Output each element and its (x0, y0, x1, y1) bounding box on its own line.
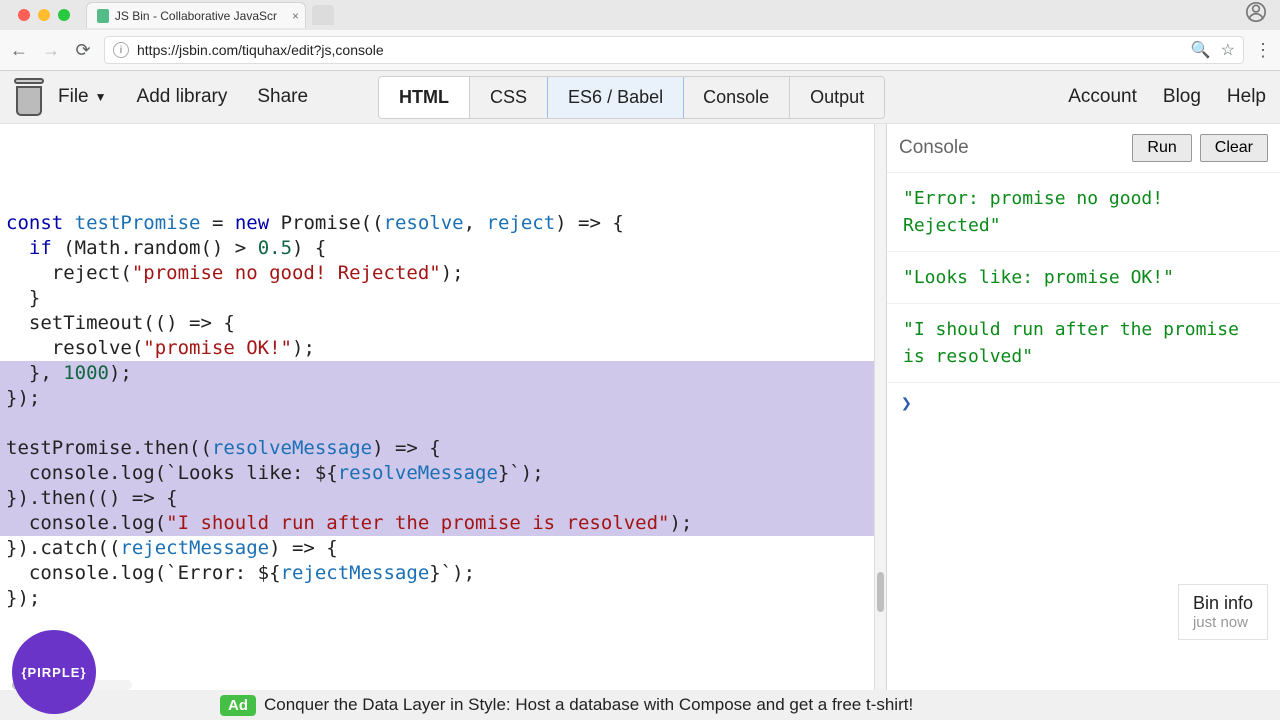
console-row: "Looks like: promise OK!" (887, 252, 1280, 304)
url-text: https://jsbin.com/tiquhax/edit?js,consol… (137, 42, 1183, 58)
site-info-icon[interactable]: i (113, 42, 129, 58)
jsbin-logo-icon[interactable] (14, 78, 44, 116)
ad-badge: Ad (220, 695, 256, 716)
file-menu-label: File (58, 86, 89, 108)
pirple-badge[interactable]: {PIRPLE} (12, 630, 96, 714)
new-tab-button[interactable] (312, 5, 334, 25)
main-area: const testPromise = new Promise((resolve… (0, 124, 1280, 691)
chevron-down-icon: ▼ (95, 90, 107, 104)
bin-info-card[interactable]: Bin info just now (1178, 584, 1268, 640)
clear-button[interactable]: Clear (1200, 134, 1268, 162)
code-editor[interactable]: const testPromise = new Promise((resolve… (0, 124, 874, 690)
console-panel: Console Run Clear "Error: promise no goo… (886, 124, 1280, 690)
kebab-menu-icon[interactable]: ⋮ (1254, 40, 1272, 61)
console-prompt-icon[interactable]: ❯ (887, 383, 1280, 424)
panel-tabs: HTML CSS ES6 / Babel Console Output (378, 76, 885, 119)
profile-icon[interactable] (1246, 2, 1266, 28)
bookmark-icon[interactable]: ☆ (1221, 40, 1235, 60)
window-minimize-icon[interactable] (38, 9, 50, 21)
jsbin-favicon-icon (97, 9, 109, 23)
console-row: "Error: promise no good! Rejected" (887, 173, 1280, 252)
footer-ad[interactable]: Ad Conquer the Data Layer in Style: Host… (0, 690, 1280, 720)
pirple-label: {PIRPLE} (21, 665, 86, 680)
jsbin-menubar: File ▼ Add library Share HTML CSS ES6 / … (0, 71, 1280, 124)
zoom-icon[interactable]: 🔍 (1191, 40, 1211, 60)
browser-tab[interactable]: JS Bin - Collaborative JavaScr × (86, 2, 306, 28)
reload-icon[interactable]: ⟳ (72, 40, 94, 61)
tab-console[interactable]: Console (683, 77, 790, 118)
window-controls[interactable] (8, 9, 80, 21)
bin-info-subtitle: just now (1193, 614, 1253, 631)
tab-title: JS Bin - Collaborative JavaScr (115, 9, 277, 23)
back-icon[interactable]: ← (8, 40, 30, 61)
console-title: Console (899, 137, 1124, 159)
forward-icon: → (40, 40, 62, 61)
run-button[interactable]: Run (1132, 134, 1191, 162)
help-link[interactable]: Help (1227, 86, 1266, 108)
tab-output[interactable]: Output (790, 77, 884, 118)
console-header: Console Run Clear (887, 124, 1280, 173)
vertical-scrollbar[interactable] (874, 124, 886, 690)
console-row: "I should run after the promise is resol… (887, 304, 1280, 383)
blog-link[interactable]: Blog (1163, 86, 1201, 108)
bin-info-title: Bin info (1193, 593, 1253, 614)
ad-text: Conquer the Data Layer in Style: Host a … (264, 695, 913, 715)
address-bar[interactable]: i https://jsbin.com/tiquhax/edit?js,cons… (104, 36, 1244, 64)
tab-css[interactable]: CSS (470, 77, 548, 118)
window-zoom-icon[interactable] (58, 9, 70, 21)
tab-strip: JS Bin - Collaborative JavaScr × (0, 0, 1280, 30)
tab-html[interactable]: HTML (379, 77, 470, 118)
code-content: const testPromise = new Promise((resolve… (6, 211, 868, 611)
browser-chrome: JS Bin - Collaborative JavaScr × ← → ⟳ i… (0, 0, 1280, 71)
window-close-icon[interactable] (18, 9, 30, 21)
nav-toolbar: ← → ⟳ i https://jsbin.com/tiquhax/edit?j… (0, 30, 1280, 70)
file-menu[interactable]: File ▼ (58, 86, 107, 108)
tab-es6[interactable]: ES6 / Babel (547, 76, 684, 119)
add-library-button[interactable]: Add library (137, 86, 228, 108)
account-link[interactable]: Account (1068, 86, 1137, 108)
share-button[interactable]: Share (257, 86, 308, 108)
tab-close-icon[interactable]: × (292, 9, 299, 23)
